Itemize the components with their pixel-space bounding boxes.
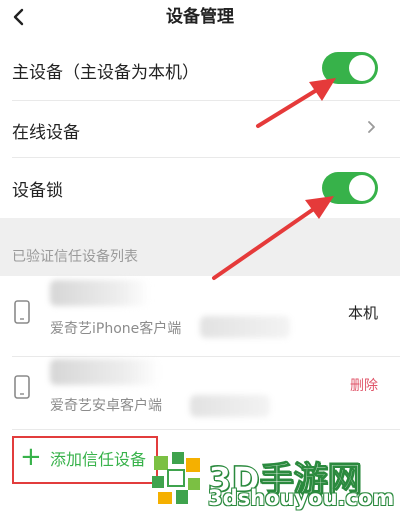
blurred-detail xyxy=(190,395,270,417)
chevron-right-icon xyxy=(368,121,375,133)
divider xyxy=(12,429,400,430)
device-lock-toggle[interactable] xyxy=(322,172,378,204)
online-devices-label: 在线设备 xyxy=(12,123,80,143)
toggle-knob xyxy=(349,55,375,81)
current-device-badge: 本机 xyxy=(347,304,378,322)
delete-device-link[interactable]: 删除 xyxy=(350,375,378,395)
device-row: 爱奇艺iPhone客户端 xyxy=(0,276,400,356)
device-description: 爱奇艺iPhone客户端 xyxy=(50,321,182,337)
blurred-detail xyxy=(200,316,290,338)
section-title: 已验证信任设备列表 xyxy=(12,249,138,265)
toggle-knob xyxy=(349,175,375,201)
add-trusted-device-button[interactable]: + 添加信任设备 xyxy=(12,436,158,484)
device-lock-row: 设备锁 xyxy=(0,158,400,218)
online-devices-row[interactable]: 在线设备 xyxy=(0,101,400,157)
phone-icon xyxy=(14,375,30,399)
phone-icon xyxy=(14,300,30,324)
device-description: 爱奇艺安卓客户端 xyxy=(50,398,162,414)
primary-device-row: 主设备（主设备为本机） xyxy=(0,36,400,100)
primary-device-label: 主设备（主设备为本机） xyxy=(12,63,199,83)
plus-icon: + xyxy=(20,442,42,472)
device-row: 爱奇艺安卓客户端 xyxy=(0,357,400,429)
add-trusted-device-label: 添加信任设备 xyxy=(50,450,147,469)
device-lock-label: 设备锁 xyxy=(12,181,63,201)
watermark-logo-icon xyxy=(152,452,200,504)
trusted-devices-section-header: 已验证信任设备列表 xyxy=(0,218,400,276)
blurred-device-name xyxy=(50,280,150,306)
page-title: 设备管理 xyxy=(166,7,234,27)
primary-device-toggle[interactable] xyxy=(322,52,378,84)
watermark-domain: 3dshouyou.com xyxy=(208,486,395,510)
blurred-device-name xyxy=(50,359,160,385)
top-bar: 设备管理 xyxy=(0,0,400,36)
